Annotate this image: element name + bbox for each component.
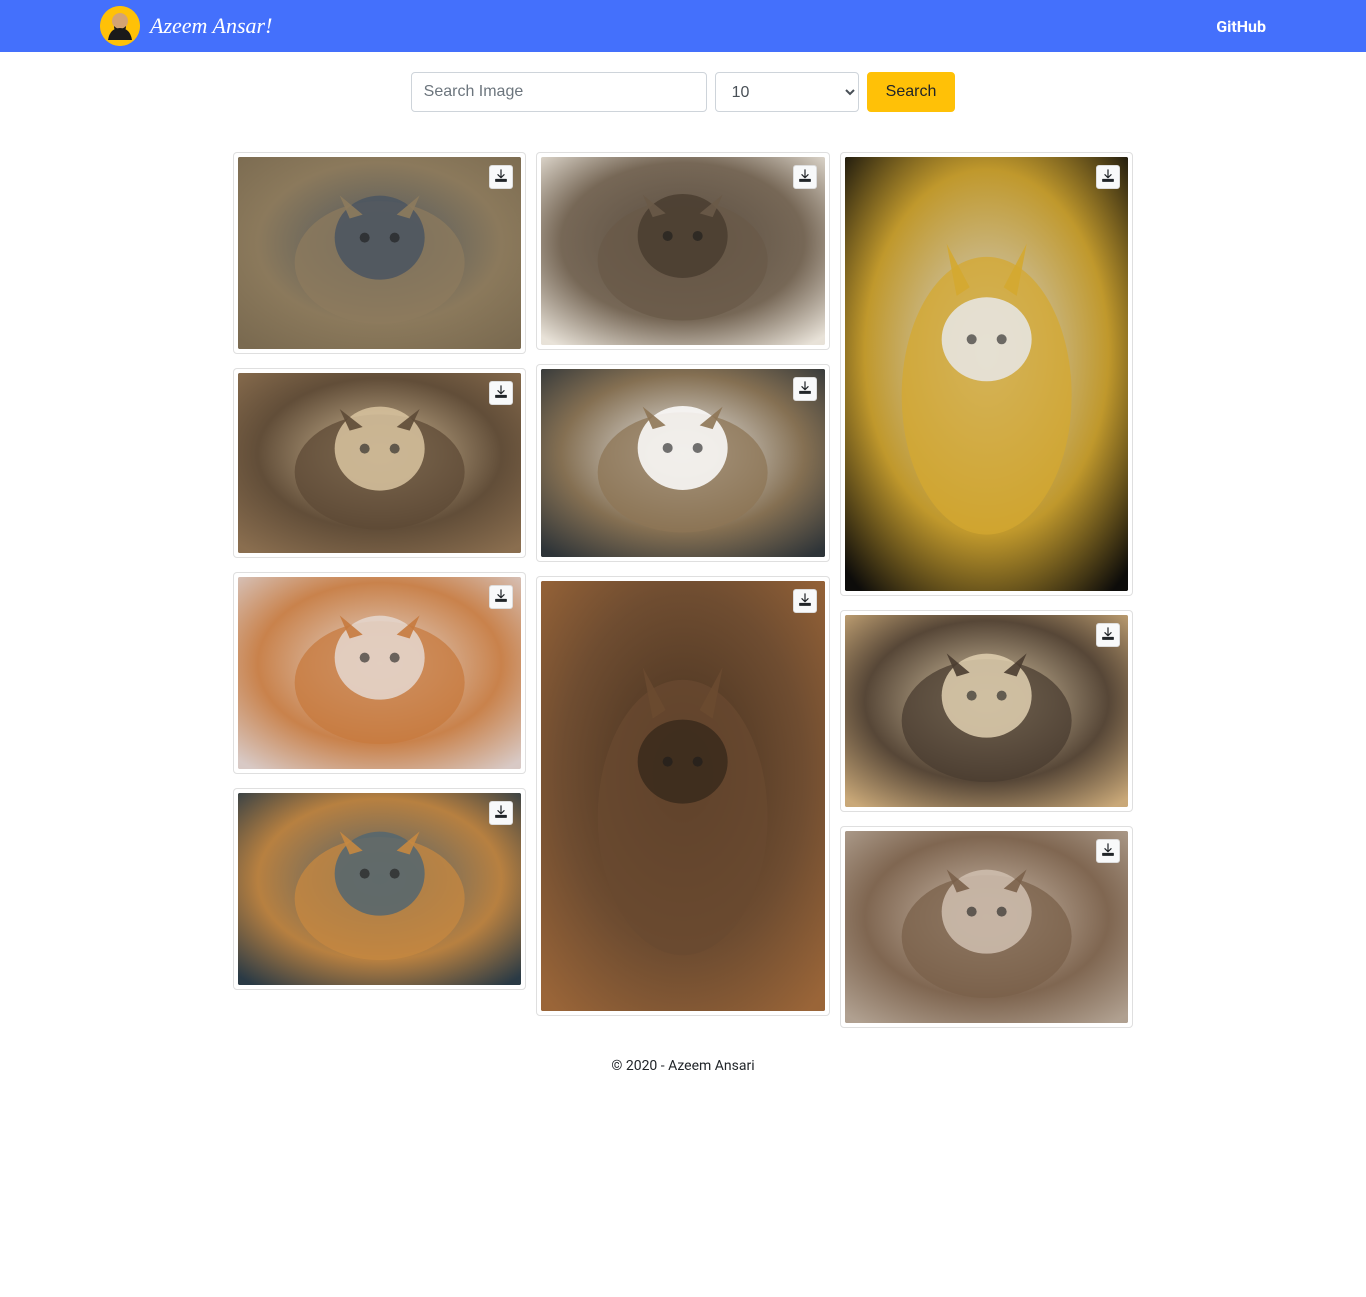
gallery-column	[233, 152, 526, 1028]
cat-face-closeup[interactable]	[541, 369, 824, 557]
download-button[interactable]	[793, 589, 817, 613]
search-button[interactable]: Search	[867, 72, 956, 112]
avatar	[100, 6, 140, 46]
image-card	[536, 576, 829, 1016]
cat-under-blanket[interactable]	[238, 373, 521, 553]
download-icon	[494, 589, 508, 606]
image-card	[536, 152, 829, 350]
gallery-container	[223, 152, 1143, 1028]
cat-sleeping-tabby[interactable]	[238, 157, 521, 349]
download-icon	[1101, 627, 1115, 644]
image-card	[840, 610, 1133, 812]
download-button[interactable]	[489, 381, 513, 405]
github-link[interactable]: GitHub	[1216, 17, 1266, 36]
brand-link[interactable]: Azeem Ansar!	[100, 6, 272, 46]
cat-orange-snow[interactable]	[238, 577, 521, 769]
gallery	[233, 152, 1133, 1028]
image-card	[233, 572, 526, 774]
cat-sleeping-white-bed[interactable]	[541, 157, 824, 345]
download-button[interactable]	[1096, 839, 1120, 863]
image-card	[536, 364, 829, 562]
download-button[interactable]	[489, 165, 513, 189]
gallery-column	[840, 152, 1133, 1028]
download-icon	[1101, 169, 1115, 186]
download-icon	[798, 169, 812, 186]
image-card	[233, 788, 526, 990]
count-select[interactable]: 10	[715, 72, 859, 112]
download-button[interactable]	[793, 377, 817, 401]
download-icon	[494, 805, 508, 822]
cat-dark-floor[interactable]	[845, 615, 1128, 807]
kitten-held-hands[interactable]	[845, 831, 1128, 1023]
download-button[interactable]	[793, 165, 817, 189]
footer-text: © 2020 - Azeem Ansari	[611, 1058, 754, 1074]
brand-name: Azeem Ansar!	[150, 13, 272, 39]
download-icon	[798, 381, 812, 398]
download-icon	[494, 385, 508, 402]
download-button[interactable]	[1096, 623, 1120, 647]
navbar: Azeem Ansar! GitHub	[0, 0, 1366, 52]
download-icon	[494, 169, 508, 186]
gallery-column	[536, 152, 829, 1028]
image-card	[233, 152, 526, 354]
image-card	[840, 826, 1133, 1028]
cat-orange-portrait[interactable]	[541, 581, 824, 1011]
kitten-leaves-dark[interactable]	[845, 157, 1128, 591]
image-card	[840, 152, 1133, 596]
search-bar: 10 Search	[0, 52, 1366, 132]
search-input[interactable]	[411, 72, 707, 112]
download-icon	[1101, 843, 1115, 860]
download-icon	[798, 593, 812, 610]
download-button[interactable]	[1096, 165, 1120, 189]
footer: © 2020 - Azeem Ansari	[0, 1028, 1366, 1094]
image-card	[233, 368, 526, 558]
download-button[interactable]	[489, 801, 513, 825]
download-button[interactable]	[489, 585, 513, 609]
cat-lying-ground[interactable]	[238, 793, 521, 985]
